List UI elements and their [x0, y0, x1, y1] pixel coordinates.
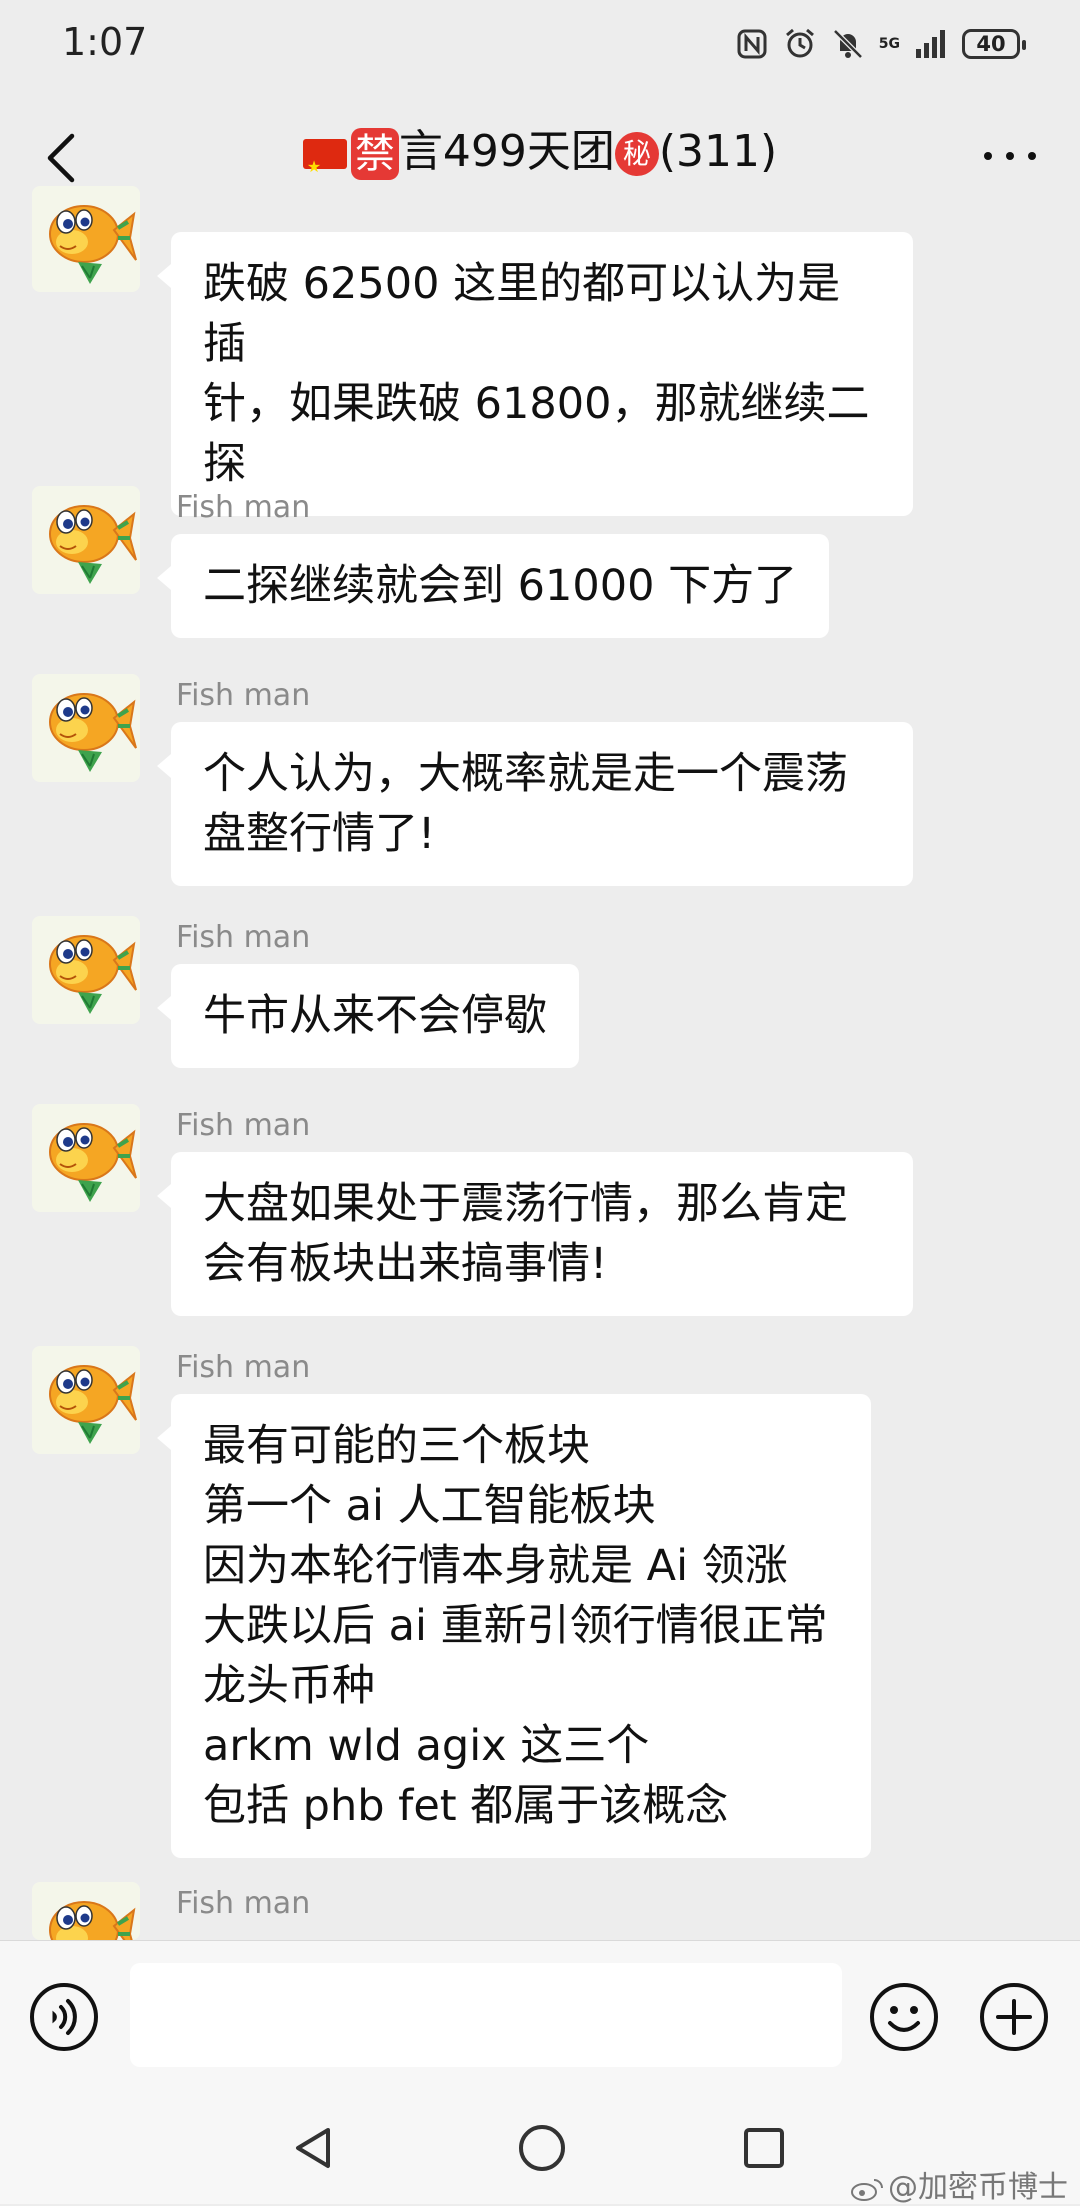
message-bubble[interactable]: 最有可能的三个板块 第一个 ai 人工智能板块 因为本轮行情本身就是 Ai 领涨… — [157, 1394, 871, 1858]
sender-name: Fish man — [176, 678, 311, 713]
avatar[interactable] — [32, 1104, 140, 1212]
avatar[interactable] — [32, 186, 140, 292]
nav-recent-icon[interactable] — [742, 2126, 786, 2170]
status-time: 1:07 — [62, 20, 148, 64]
more-icon[interactable] — [980, 146, 1040, 166]
sender-name: Fish man — [176, 1108, 311, 1143]
nav-home-icon[interactable] — [516, 2122, 568, 2174]
ban-badge: 禁 — [350, 128, 399, 180]
voice-icon[interactable] — [28, 1981, 100, 2053]
avatar[interactable] — [32, 486, 140, 594]
alarm-icon — [785, 28, 814, 58]
sender-name: Fish man — [176, 920, 311, 955]
member-count: (311) — [658, 126, 778, 177]
avatar[interactable] — [32, 1882, 140, 1940]
secret-badge: 秘 — [614, 132, 659, 176]
avatar[interactable] — [32, 1346, 140, 1454]
avatar[interactable] — [32, 674, 140, 782]
message-bubble[interactable]: 大盘如果处于震荡行情，那么肯定 会有板块出来搞事情! — [157, 1152, 913, 1316]
status-icons: 5G 40 — [735, 22, 1026, 66]
message-bubble[interactable]: 跌破 62500 这里的都可以认为是插 针，如果跌破 61800，那就继续二 探 — [157, 232, 913, 516]
plus-icon[interactable] — [978, 1981, 1050, 2053]
chat-title: 禁言499天团秘(311) — [0, 122, 1080, 197]
sender-name: Fish man — [176, 1886, 311, 1921]
system-nav-bar: @加密币博士 — [0, 2084, 1080, 2206]
status-bar: 1:07 5G 40 — [0, 0, 1080, 90]
mute-bell-icon — [832, 29, 863, 59]
china-flag-icon — [302, 137, 347, 197]
chat-header: 禁言499天团秘(311) — [0, 90, 1080, 220]
network-type: 5G — [878, 36, 900, 52]
avatar[interactable] — [32, 916, 140, 1024]
sender-name: Fish man — [176, 1350, 311, 1385]
weibo-icon — [851, 2178, 883, 2201]
message-bubble[interactable]: 个人认为，大概率就是走一个震荡 盘整行情了! — [157, 722, 913, 886]
watermark-text: @加密币博士 — [888, 2170, 1068, 2205]
watermark: @加密币博士 — [850, 2162, 1068, 2206]
message-bubble[interactable]: 二探继续就会到 61000 下方了 — [156, 534, 830, 638]
signal-icon — [916, 30, 945, 58]
sender-name: Fish man — [176, 490, 311, 525]
emoji-icon[interactable] — [868, 1981, 940, 2053]
group-name: 言499天团 — [398, 126, 615, 177]
message-bubble[interactable]: 牛市从来不会停歇 — [157, 964, 579, 1068]
battery-indicator: 40 — [962, 29, 1026, 59]
input-bar — [0, 1940, 1080, 2085]
nav-back-icon[interactable] — [290, 2124, 338, 2172]
message-input[interactable] — [130, 1963, 842, 2067]
nfc-icon — [737, 29, 767, 59]
